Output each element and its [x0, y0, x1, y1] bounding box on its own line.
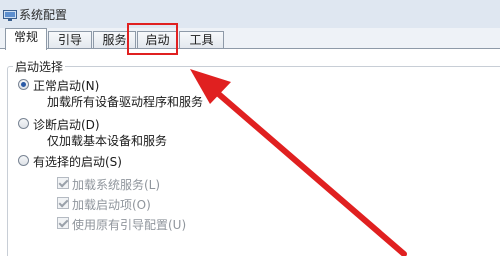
system-configuration-window: 系统配置 常规 引导 服务 启动 工具 启动选择 正常启动(N) 加载所有设备驱…: [0, 0, 500, 256]
annotation-arrow: [190, 69, 407, 256]
